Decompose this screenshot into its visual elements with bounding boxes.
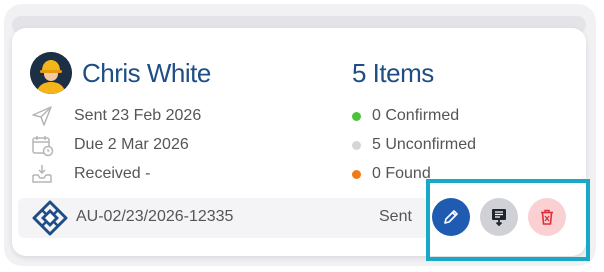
inbox-download-icon [32, 165, 52, 183]
worker-avatar-icon [30, 52, 72, 94]
unconfirmed-count: 5 Unconfirmed [372, 136, 477, 153]
due-date: Due 2 Mar 2026 [74, 136, 189, 153]
found-count: 0 Found [372, 165, 431, 182]
unconfirmed-dot [352, 140, 361, 150]
sent-date-row: Sent 23 Feb 2026 [30, 104, 201, 128]
action-buttons-highlight [426, 179, 590, 261]
received-row: Received - [30, 162, 150, 186]
status-found: 0 Found [352, 163, 431, 185]
avatar [30, 52, 72, 94]
found-dot [352, 169, 361, 179]
order-reference[interactable]: AU-02/23/2026-12335 [76, 208, 233, 226]
calendar-clock-icon [32, 136, 54, 157]
logistics-logo-icon [32, 200, 68, 236]
status-unconfirmed: 5 Unconfirmed [352, 134, 476, 156]
confirmed-count: 0 Confirmed [372, 107, 460, 124]
items-count: 5 Items [352, 58, 434, 88]
sent-date: Sent 23 Feb 2026 [74, 107, 202, 124]
received-date: Received - [74, 165, 151, 182]
confirmed-dot [352, 111, 361, 121]
send-icon [32, 106, 52, 126]
customer-name[interactable]: Chris White [82, 58, 211, 89]
status-badge: Sent [379, 208, 412, 225]
due-date-row: Due 2 Mar 2026 [30, 133, 189, 157]
status-confirmed: 0 Confirmed [352, 105, 459, 127]
